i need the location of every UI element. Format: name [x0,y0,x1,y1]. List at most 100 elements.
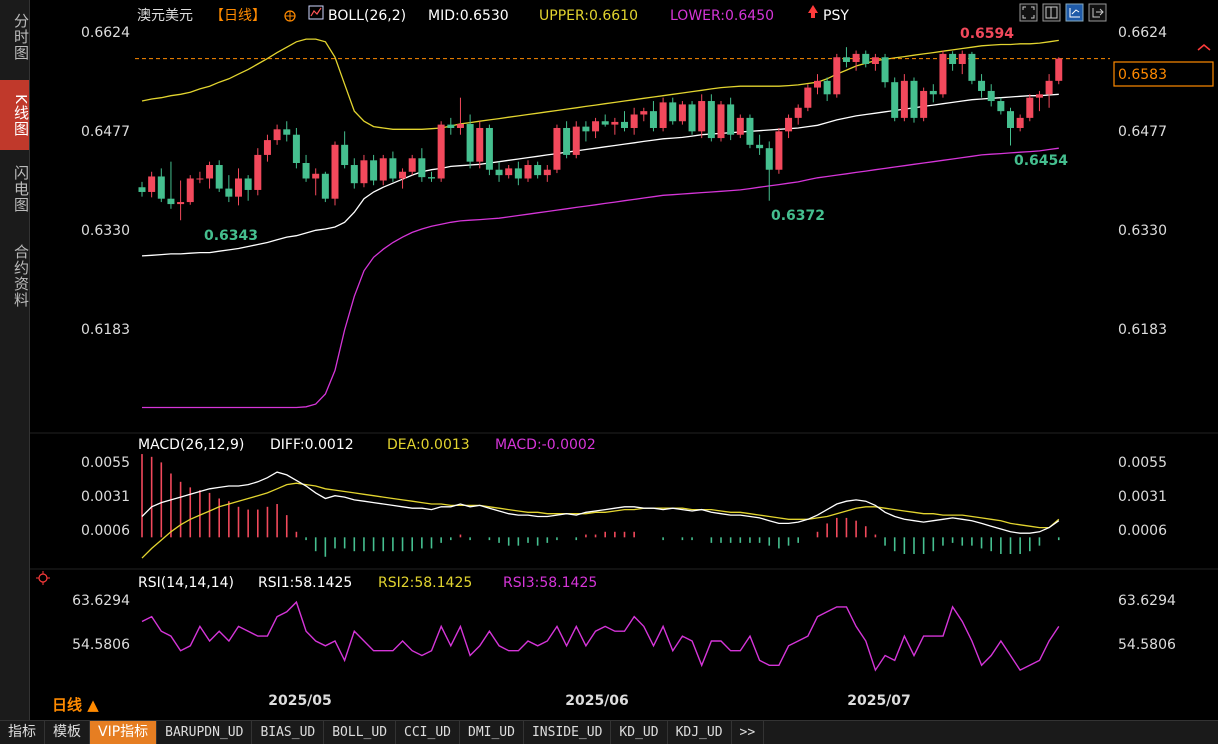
settings-icon[interactable] [284,10,296,22]
crosshair-icon[interactable] [36,571,50,585]
fullscreen-icon[interactable] [1019,3,1038,22]
boll-tab[interactable]: BOLL_UD [324,721,397,744]
boll-label: BOLL(26,2) [328,8,406,24]
candle-body [717,104,725,139]
candle-body [350,165,358,184]
candle-body [1035,94,1043,98]
candle-body [167,198,175,205]
candle-body [302,163,310,179]
candle-body [312,173,320,179]
candle-body [418,158,426,178]
candle-body [833,57,841,95]
y-tick-left: 0.6477 [81,124,130,140]
candle-body [360,160,368,184]
split-view-icon[interactable] [1065,3,1084,22]
period-selector[interactable]: 日线 ▲ [52,696,99,714]
candle-body [553,127,561,170]
macd-diff: DIFF:0.0012 [270,437,354,453]
low-price-label-mid: 0.6372 [771,208,825,224]
candle-body [177,202,185,205]
candle-body [601,121,609,125]
candle-body [698,101,706,132]
candle-body [727,104,735,135]
symbol-name: 澳元美元 [137,8,193,24]
candle-body [428,177,435,179]
template-tab[interactable]: 模板 [45,721,90,744]
tab-flash-chart[interactable]: 闪电图 [0,156,30,222]
rsi-y-tick: 54.5806 [1118,637,1176,653]
candle-body [563,127,571,155]
candle-body [621,121,628,128]
boll-lower-value: LOWER:0.6450 [670,8,774,24]
inside-tab[interactable]: INSIDE_UD [524,721,612,744]
layout-icon[interactable] [1042,3,1061,22]
macd-y-tick: 0.0006 [1118,523,1167,539]
candle-body [331,144,339,199]
candle-body [640,111,648,115]
candle-body [659,102,667,128]
macd-header: MACD(26,12,9) DIFF:0.0012 DEA:0.0013 MAC… [138,437,596,453]
kd-tab[interactable]: KD_UD [611,721,668,744]
more-tabs-button[interactable]: >> [732,721,765,744]
candle-body [235,178,242,197]
candle-body [987,90,995,102]
candle-body [157,176,165,199]
cci-tab[interactable]: CCI_UD [396,721,460,744]
candle-body [678,104,686,122]
candle-body [456,123,464,128]
candle-body [765,148,773,170]
candle-body [881,57,889,83]
candle-body [929,90,937,95]
dmi-tab[interactable]: DMI_UD [460,721,524,744]
candle-body [485,127,493,170]
candle-body [939,53,947,95]
rsi-y-tick: 54.5806 [72,637,130,653]
candle-body [186,178,194,203]
y-tick-right: 0.6183 [1118,322,1167,338]
candle-body [871,57,879,64]
tab-kline[interactable]: K线图 [0,80,30,150]
rsi2-value: RSI2:58.1425 [378,575,472,591]
rsi-line [141,600,1060,672]
candle-body [543,169,551,176]
candle-body [852,53,860,62]
rsi1-value: RSI1:58.1425 [258,575,352,591]
candle-body [1055,58,1063,81]
candle-body [958,53,966,64]
kdj-tab[interactable]: KDJ_UD [668,721,732,744]
candle-body [399,171,407,179]
chart-area[interactable]: 澳元美元 【日线】 BOLL(26,2) MID:0.6530 UPPER:0.… [30,0,1218,720]
candle-body [505,168,513,176]
tab-contract-info[interactable]: 合约资料 [0,230,30,322]
macd-dea: DEA:0.0013 [387,437,470,453]
candle-body [206,165,214,179]
bias-tab[interactable]: BIAS_UD [252,721,325,744]
exit-icon[interactable] [1088,3,1107,22]
y-tick-right: 0.6477 [1118,124,1167,140]
candle-body [630,114,638,128]
candle-body [408,158,416,172]
diff-line [141,471,1060,534]
tab-timeshare[interactable]: 分时图 [0,4,30,70]
candle-body [466,123,474,162]
macd-y-tick: 0.0055 [81,455,130,471]
candle-body [1016,117,1024,128]
barupdn-tab[interactable]: BARUPDN_UD [157,721,253,744]
candle-body [611,121,619,125]
candle-body [379,158,387,181]
candle-body [495,169,503,176]
vip-indicator-tab[interactable]: VIP指标 [90,721,158,744]
candle-body [196,178,204,180]
indicator-tab[interactable]: 指标 [0,721,45,744]
candle-body [225,188,233,197]
rsi3-value: RSI3:58.1425 [503,575,597,591]
candle-body [437,124,445,179]
candle-body [736,117,744,135]
candle-body [997,101,1005,112]
high-price-label: 0.6594 [960,26,1014,42]
candle-body [273,129,281,141]
indicator-chart-icon[interactable] [308,5,324,20]
candle-body [389,158,397,179]
candle-body [862,53,870,64]
macd-value: MACD:-0.0002 [495,437,596,453]
